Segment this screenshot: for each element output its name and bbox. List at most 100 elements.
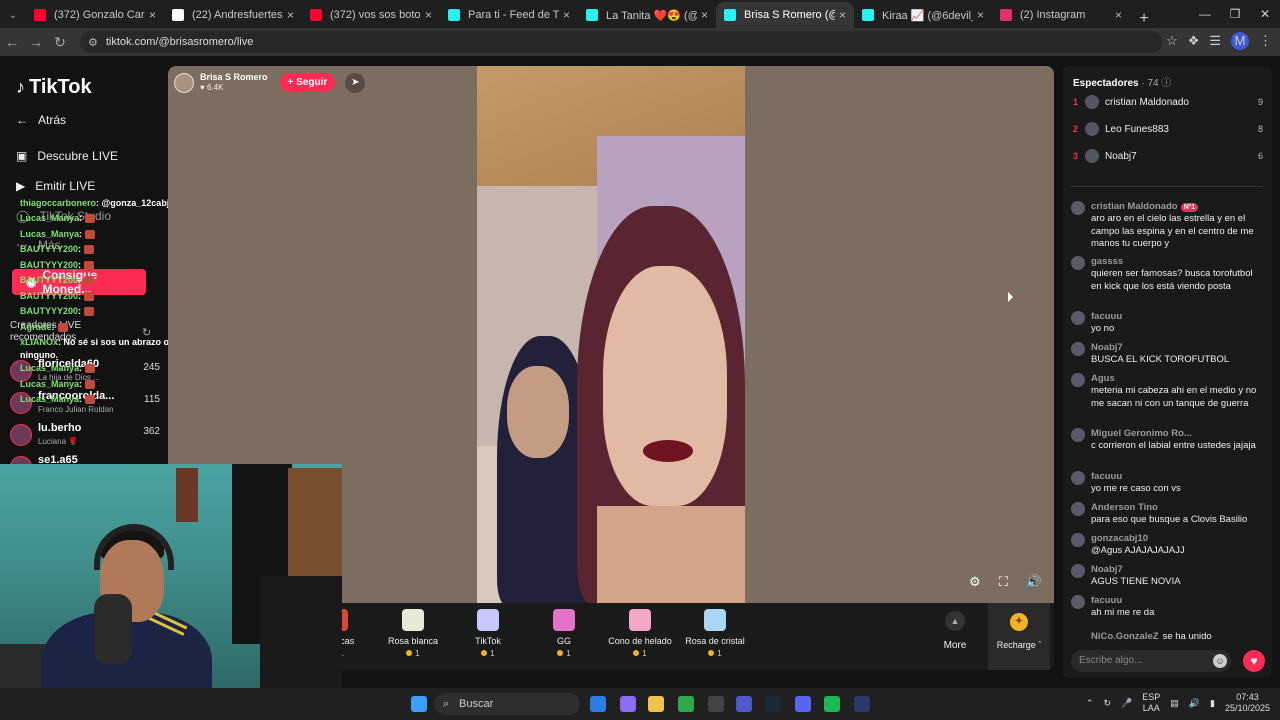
follow-button[interactable]: + Seguir bbox=[279, 73, 336, 92]
host-info: Brisa S Romero ♥ 6.4K + Seguir ➤ bbox=[174, 72, 366, 93]
gift-icon bbox=[477, 609, 499, 631]
chat-username: Agrude bbox=[20, 322, 52, 332]
sync-icon[interactable]: ↻ bbox=[1103, 698, 1111, 709]
github-icon[interactable] bbox=[708, 696, 724, 712]
viewer-name: Noabj7 bbox=[1105, 150, 1137, 162]
spotify-icon[interactable] bbox=[824, 696, 840, 712]
speaker-icon[interactable]: 🔊 bbox=[1189, 698, 1200, 709]
more-gifts-button[interactable]: ▲ More bbox=[940, 611, 970, 651]
copilot-icon[interactable] bbox=[620, 696, 636, 712]
viewer-name: Leo Funes883 bbox=[1105, 123, 1169, 135]
close-window-icon[interactable]: ✕ bbox=[1250, 0, 1280, 28]
top-viewer-row[interactable]: 3 Noabj7 6 bbox=[1073, 146, 1263, 166]
edge-icon[interactable] bbox=[590, 696, 606, 712]
close-tab-icon[interactable]: × bbox=[425, 8, 432, 22]
close-tab-icon[interactable]: × bbox=[701, 8, 708, 22]
share-icon[interactable]: ➤ bbox=[345, 72, 366, 93]
media-control-icon[interactable]: ☰ bbox=[1209, 33, 1221, 49]
top-viewer-row[interactable]: 2 Leo Funes883 8 bbox=[1073, 119, 1263, 139]
gift-item[interactable]: TikTok 1 bbox=[453, 609, 523, 658]
close-tab-icon[interactable]: × bbox=[287, 8, 294, 22]
minimize-icon[interactable]: — bbox=[1190, 0, 1220, 28]
microphone-icon[interactable]: 🎤 bbox=[1121, 698, 1132, 709]
like-heart-button[interactable]: ♥ bbox=[1243, 650, 1265, 672]
app-icon[interactable] bbox=[854, 696, 870, 712]
battery-icon[interactable]: ▮ bbox=[1210, 698, 1215, 709]
browser-tab[interactable]: Kiraa 📈 (@6devil_9_) | Tik × bbox=[854, 2, 992, 28]
rank-number: 2 bbox=[1073, 124, 1079, 134]
browser-tab[interactable]: (372) Gonzalo Cardozo - × bbox=[26, 2, 164, 28]
file-explorer-icon[interactable] bbox=[648, 696, 664, 712]
close-tab-icon[interactable]: × bbox=[977, 8, 984, 22]
taskbar-search[interactable]: Buscar bbox=[434, 693, 580, 715]
chat-text: : bbox=[78, 260, 82, 270]
browser-tab[interactable]: (372) vos sos boton flor d × bbox=[302, 2, 440, 28]
overlay-chat-line: BAUTYYY200: bbox=[20, 260, 95, 271]
gift-item[interactable]: Rosa de cristal 1 bbox=[680, 609, 750, 658]
tab-search-icon[interactable]: ⌄ bbox=[0, 2, 26, 28]
username-text: Noabj7 bbox=[1091, 564, 1123, 575]
reload-icon[interactable]: ↻ bbox=[48, 34, 72, 51]
steam-icon[interactable] bbox=[765, 696, 781, 712]
avatar bbox=[1071, 428, 1085, 442]
url-field[interactable]: ⚙ tiktok.com/@brisasromero/live bbox=[80, 31, 1162, 53]
windows-start-icon[interactable] bbox=[411, 696, 427, 712]
chat-text: : bbox=[78, 275, 82, 285]
gift-icon bbox=[553, 609, 575, 631]
teams-icon[interactable] bbox=[736, 696, 752, 712]
gift-item[interactable]: Rosa blanca 1 bbox=[378, 609, 448, 658]
host-avatar[interactable] bbox=[174, 72, 194, 93]
gift-item[interactable]: GG 1 bbox=[529, 609, 599, 658]
close-tab-icon[interactable]: × bbox=[1115, 8, 1122, 22]
language-indicator[interactable]: ESP LAA bbox=[1142, 692, 1160, 714]
tiktok-logo[interactable]: ♪ TikTok bbox=[16, 76, 92, 99]
back-icon[interactable]: ← bbox=[0, 34, 24, 50]
close-tab-icon[interactable]: × bbox=[563, 8, 570, 22]
info-icon[interactable]: ⓘ bbox=[1161, 78, 1171, 89]
browser-tab[interactable]: La Tanita ❤️😍 (@tana2 × bbox=[578, 2, 716, 28]
site-info-icon[interactable]: ⚙ bbox=[88, 36, 98, 49]
extensions-icon[interactable]: ❖ bbox=[1188, 33, 1200, 49]
browser-tab[interactable]: (2) Instagram × bbox=[992, 2, 1130, 28]
username-text: gonzacabj10 bbox=[1091, 533, 1149, 544]
tab-title: La Tanita ❤️😍 (@tana2 bbox=[606, 9, 697, 22]
volume-icon[interactable]: 🔊 bbox=[1026, 574, 1042, 590]
bookmark-star-icon[interactable]: ☆ bbox=[1166, 33, 1178, 49]
chat-text: : bbox=[79, 213, 83, 223]
discord-icon[interactable] bbox=[795, 696, 811, 712]
fullscreen-icon[interactable]: ⛶ bbox=[999, 574, 1008, 590]
forward-icon[interactable]: → bbox=[24, 34, 48, 50]
chrome-icon[interactable] bbox=[678, 696, 694, 712]
chevron-up-icon[interactable]: ⌃ bbox=[1086, 698, 1094, 709]
close-tab-icon[interactable]: × bbox=[839, 8, 846, 22]
sidebar-item-label: Emitir LIVE bbox=[35, 179, 96, 193]
recommended-creator[interactable]: lu.berho Luciana 🌹 362 bbox=[10, 422, 160, 452]
top-viewer-row[interactable]: 1 cristian Maldonado 9 bbox=[1073, 92, 1263, 112]
comment-input[interactable]: Escribe algo... bbox=[1071, 650, 1231, 672]
back-link[interactable]: ← Atrás bbox=[16, 113, 66, 127]
creator-subtitle: Luciana 🌹 bbox=[38, 437, 79, 446]
avatar bbox=[1085, 95, 1099, 109]
coin-icon: ✦ bbox=[1010, 613, 1028, 631]
live-video[interactable] bbox=[477, 66, 745, 603]
clock[interactable]: 07:43 25/10/2025 bbox=[1225, 692, 1270, 714]
recharge-button[interactable]: ✦ Recharge ˆ bbox=[988, 603, 1050, 670]
new-tab-button[interactable]: + bbox=[1130, 10, 1158, 28]
host-name[interactable]: Brisa S Romero bbox=[200, 72, 268, 83]
browser-tab[interactable]: Brisa S Romero (@bri × bbox=[716, 2, 854, 28]
avatar bbox=[1071, 201, 1085, 215]
network-icon[interactable]: ▤ bbox=[1170, 698, 1179, 709]
overlay-chat-line: Lucas_Manya: bbox=[20, 213, 96, 224]
sidebar-item-discover-live[interactable]: ▣ Descubre LIVE bbox=[16, 149, 118, 163]
restore-icon[interactable]: ❐ bbox=[1220, 0, 1250, 28]
settings-icon[interactable]: ⚙ bbox=[969, 574, 981, 590]
close-tab-icon[interactable]: × bbox=[149, 8, 156, 22]
browser-tab[interactable]: Para ti - Feed de TikTok × bbox=[440, 2, 578, 28]
emoji-icon[interactable]: ☺ bbox=[1213, 654, 1227, 668]
browser-tab[interactable]: (22) Andresfuertes en X: × bbox=[164, 2, 302, 28]
gift-item[interactable]: Cono de helado 1 bbox=[605, 609, 675, 658]
profile-avatar[interactable]: M bbox=[1231, 32, 1249, 50]
avatar bbox=[1071, 533, 1085, 547]
sidebar-item-go-live[interactable]: ▶ Emitir LIVE bbox=[16, 179, 95, 193]
browser-menu-icon[interactable]: ⋮ bbox=[1259, 33, 1272, 49]
